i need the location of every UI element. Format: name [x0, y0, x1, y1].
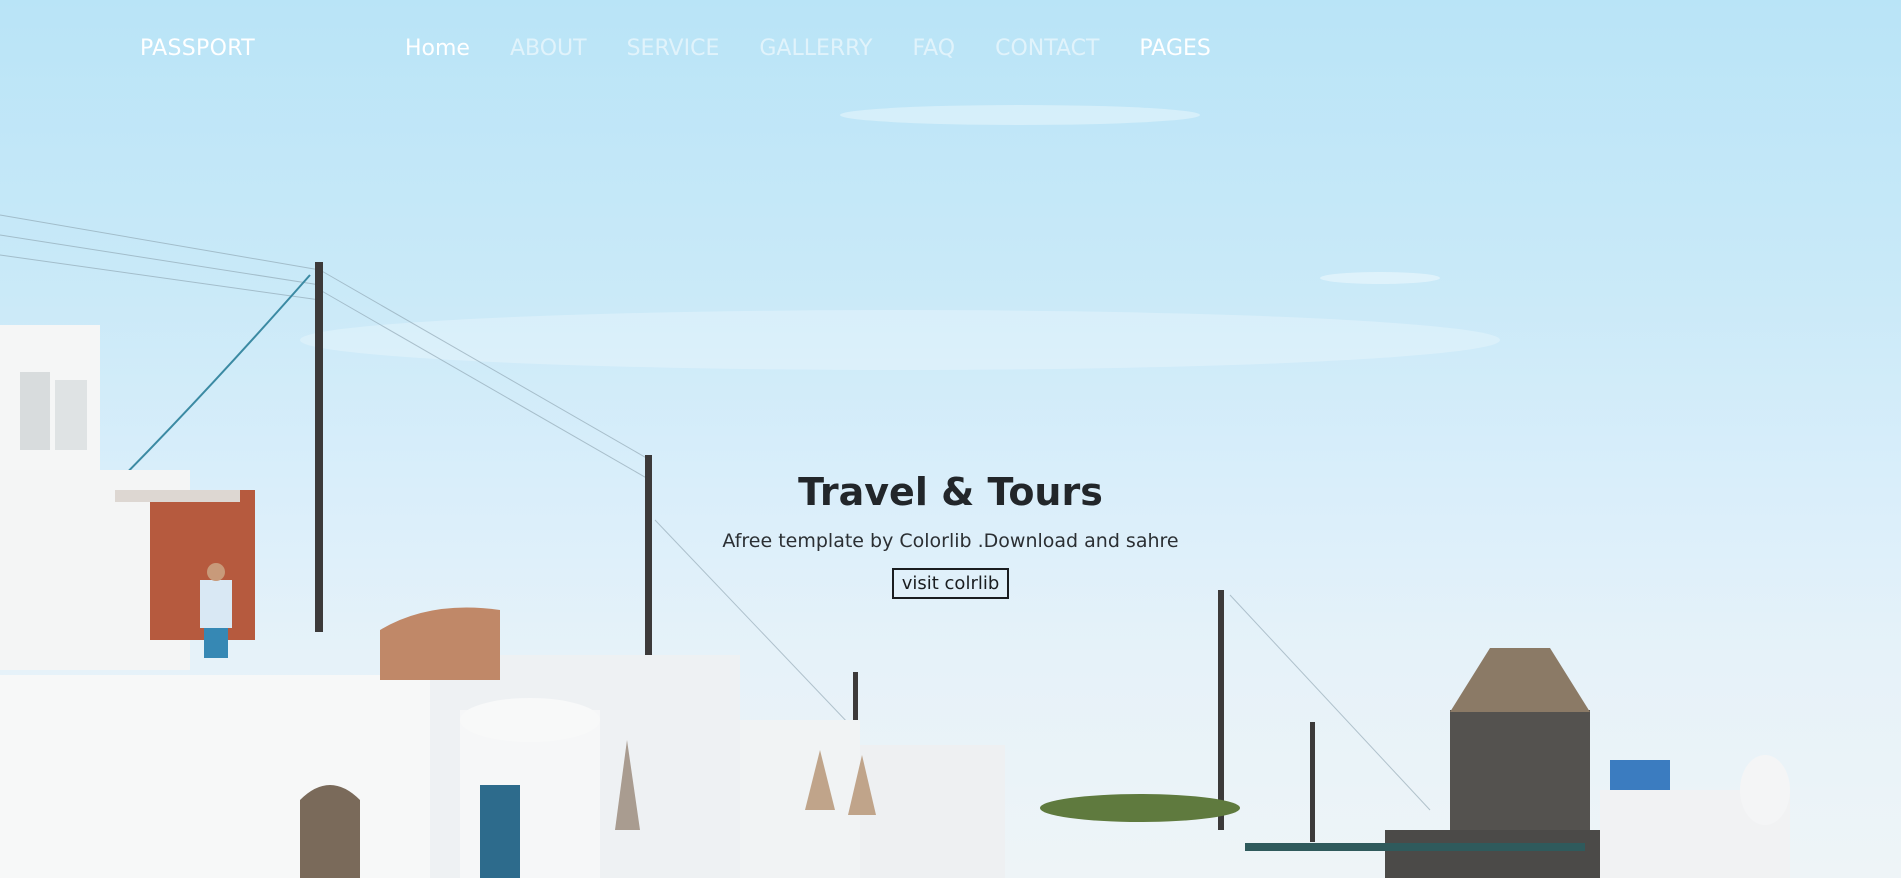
brand-logo[interactable]: PASSPORT: [140, 36, 255, 61]
hero-subtitle: Afree template by Colorlib .Download and…: [722, 530, 1179, 552]
nav-item-about[interactable]: ABOUT: [510, 36, 587, 61]
nav-item-home[interactable]: Home: [405, 36, 470, 61]
nav-item-faq[interactable]: FAQ: [912, 36, 955, 61]
hero-title: Travel & Tours: [798, 470, 1103, 514]
hero-section: PASSPORT Home ABOUT SERVICE GALLERRY FAQ…: [0, 0, 1901, 878]
nav-item-gallery[interactable]: GALLERRY: [759, 36, 872, 61]
visit-colorlib-button[interactable]: visit colrlib: [891, 568, 1010, 599]
nav-item-service[interactable]: SERVICE: [627, 36, 720, 61]
nav-item-pages[interactable]: PAGES: [1139, 36, 1210, 61]
nav-item-contact[interactable]: CONTACT: [995, 36, 1099, 61]
hero-background-image: [0, 105, 1790, 878]
nav-menu: Home ABOUT SERVICE GALLERRY FAQ CONTACT …: [405, 36, 1211, 61]
top-navigation: PASSPORT Home ABOUT SERVICE GALLERRY FAQ…: [0, 0, 1901, 100]
hero-content: Travel & Tours Afree template by Colorli…: [0, 470, 1901, 599]
